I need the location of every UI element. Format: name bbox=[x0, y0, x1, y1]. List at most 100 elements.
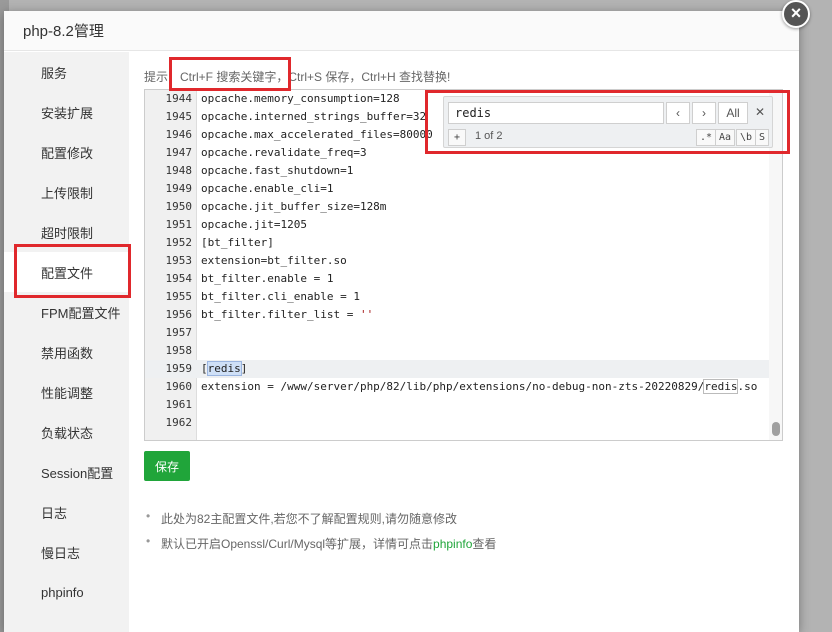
dialog-title: php-8.2管理 bbox=[23, 23, 104, 40]
line-number: 1955 bbox=[165, 290, 193, 303]
dialog-header: php-8.2管理 bbox=[4, 11, 799, 51]
whole-word-toggle[interactable]: \b bbox=[736, 129, 757, 146]
line-text: opcache.fast_shutdown=1 bbox=[201, 164, 354, 177]
search-match-current: redis bbox=[206, 361, 242, 376]
line-text: bt_filter.filter_list = '' bbox=[197, 306, 373, 324]
line-text: extension=bt_filter.so bbox=[201, 254, 347, 267]
code-line[interactable]: 1952 [bt_filter] bbox=[145, 234, 770, 252]
line-number: 1960 bbox=[165, 380, 193, 393]
line-number: 1947 bbox=[165, 146, 193, 159]
sidebar-item[interactable]: 禁用函数 bbox=[4, 332, 129, 372]
line-text: extension = /www/server/php/82/lib/php/e… bbox=[197, 378, 757, 396]
note-item: 默认已开启Openssl/Curl/Mysql等扩展，详情可点击phpinfo查… bbox=[144, 534, 496, 552]
in-selection-toggle[interactable]: S bbox=[755, 129, 770, 146]
code-line[interactable]: 1950 opcache.jit_buffer_size=128m bbox=[145, 198, 770, 216]
search-match: redis bbox=[703, 379, 739, 394]
line-text-part: extension = /www/server/php/82/lib/php/e… bbox=[201, 380, 705, 393]
toggle-replace-button[interactable]: + bbox=[448, 129, 466, 146]
hint-shortcut-search: Ctrl+F 搜索关键字， bbox=[180, 70, 289, 84]
code-line[interactable]: 1953 extension=bt_filter.so bbox=[145, 252, 770, 270]
sidebar-item[interactable]: Session配置 bbox=[4, 452, 129, 492]
line-text: [redis] bbox=[197, 360, 247, 378]
hint-prefix: 提示： bbox=[144, 70, 181, 84]
code-line[interactable]: 1951 opcache.jit=1205 bbox=[145, 216, 770, 234]
line-text: bt_filter.enable = 1 bbox=[201, 272, 334, 285]
line-number: 1952 bbox=[165, 236, 193, 249]
sidebar-item[interactable]: 服务 bbox=[4, 52, 129, 92]
code-line[interactable]: 1949 opcache.enable_cli=1 bbox=[145, 180, 770, 198]
line-text: opcache.interned_strings_buffer=32 bbox=[201, 110, 427, 123]
bracket: ] bbox=[240, 362, 248, 375]
line-text: opcache.memory_consumption=128 bbox=[201, 92, 400, 105]
close-search-button[interactable]: ✕ bbox=[750, 102, 770, 124]
phpinfo-link[interactable]: phpinfo bbox=[433, 537, 472, 551]
note-item: 此处为82主配置文件,若您不了解配置规则,请勿随意修改 bbox=[144, 509, 496, 527]
string-literal: '' bbox=[359, 308, 374, 321]
line-text-part: bt_filter.filter_list = bbox=[201, 308, 360, 321]
line-number: 1959 bbox=[165, 362, 193, 375]
search-match-count: 1 of 2 bbox=[475, 130, 503, 142]
line-number: 1945 bbox=[165, 110, 193, 123]
line-text: opcache.max_accelerated_files=80000 bbox=[201, 128, 433, 141]
code-line[interactable]: 1955 bt_filter.cli_enable = 1 bbox=[145, 288, 770, 306]
line-text: bt_filter.cli_enable = 1 bbox=[201, 290, 360, 303]
sidebar-item[interactable]: 安装扩展 bbox=[4, 92, 129, 132]
line-text: opcache.jit_buffer_size=128m bbox=[201, 200, 387, 213]
find-all-button[interactable]: All bbox=[718, 102, 748, 124]
sidebar-item[interactable]: 配置修改 bbox=[4, 132, 129, 172]
code-line[interactable]: 1958 bbox=[145, 342, 770, 360]
line-text bbox=[197, 396, 201, 414]
code-line[interactable]: 1956 bt_filter.filter_list = '' bbox=[145, 306, 770, 324]
bracket: [ bbox=[201, 362, 208, 375]
line-text bbox=[197, 342, 201, 360]
sidebar-item[interactable]: FPM配置文件 bbox=[4, 292, 129, 332]
search-input[interactable]: redis bbox=[448, 102, 664, 124]
sidebar-item[interactable]: 负载状态 bbox=[4, 412, 129, 452]
sidebar-item[interactable]: 慢日志 bbox=[4, 532, 129, 572]
php-manage-dialog: php-8.2管理 服务 安装扩展 配置修改 上传限制 超时限制 配置文件 FPM配置文件禁… bbox=[4, 11, 799, 632]
regex-toggle[interactable]: .* bbox=[696, 129, 717, 146]
line-number: 1957 bbox=[165, 326, 193, 339]
line-text: [bt_filter] bbox=[201, 236, 274, 249]
line-number: 1962 bbox=[165, 416, 193, 429]
line-number: 1950 bbox=[165, 200, 193, 213]
search-panel: redis ‹ › All ✕ + 1 of 2 .* Aa \b S bbox=[443, 96, 773, 148]
save-button[interactable]: 保存 bbox=[144, 451, 190, 481]
line-number: 1961 bbox=[165, 398, 193, 411]
line-number: 1946 bbox=[165, 128, 193, 141]
scrollbar-thumb[interactable] bbox=[772, 422, 780, 436]
sidebar-item[interactable]: 性能调整 bbox=[4, 372, 129, 412]
line-number: 1944 bbox=[165, 92, 193, 105]
code-line[interactable]: 1962 bbox=[145, 414, 770, 432]
line-text-part: .so bbox=[737, 380, 758, 393]
line-text: opcache.enable_cli=1 bbox=[201, 182, 334, 195]
code-line[interactable]: 1948 opcache.fast_shutdown=1 bbox=[145, 162, 770, 180]
code-line[interactable]: 1954 bt_filter.enable = 1 bbox=[145, 270, 770, 288]
line-number: 1958 bbox=[165, 344, 193, 357]
code-line[interactable]: 1957 bbox=[145, 324, 770, 342]
sidebar-item[interactable]: 日志 bbox=[4, 492, 129, 532]
code-editor[interactable]: 1944 opcache.memory_consumption=128 1945 op… bbox=[144, 89, 783, 441]
line-number: 1954 bbox=[165, 272, 193, 285]
sidebar-item[interactable]: 配置文件 bbox=[4, 252, 129, 292]
code-line[interactable]: 1961 bbox=[145, 396, 770, 414]
line-text: opcache.jit=1205 bbox=[201, 218, 307, 231]
config-file-panel: 提示：Ctrl+F 搜索关键字，Ctrl+S 保存，Ctrl+H 查找替换! 1… bbox=[144, 52, 784, 632]
code-line[interactable]: 1959 [redis] bbox=[145, 360, 770, 378]
line-text bbox=[197, 324, 201, 342]
close-dialog-button[interactable]: × bbox=[782, 0, 810, 28]
sidebar: 服务 安装扩展 配置修改 上传限制 超时限制 配置文件 FPM配置文件 禁用函数 性能调整 负载状… bbox=[4, 52, 129, 632]
sidebar-item[interactable]: 超时限制 bbox=[4, 212, 129, 252]
line-number: 1951 bbox=[165, 218, 193, 231]
sidebar-item[interactable]: 上传限制 bbox=[4, 172, 129, 212]
hint-shortcut-rest: Ctrl+S 保存，Ctrl+H 查找替换! bbox=[288, 70, 451, 84]
find-previous-button[interactable]: ‹ bbox=[666, 102, 690, 124]
line-number: 1948 bbox=[165, 164, 193, 177]
line-number: 1949 bbox=[165, 182, 193, 195]
case-sensitive-toggle[interactable]: Aa bbox=[715, 129, 736, 146]
find-next-button[interactable]: › bbox=[692, 102, 716, 124]
line-number: 1953 bbox=[165, 254, 193, 267]
code-line[interactable]: 1960 extension = /www/server/php/82/lib/p… bbox=[145, 378, 770, 396]
hint-text: 提示：Ctrl+F 搜索关键字，Ctrl+S 保存，Ctrl+H 查找替换! bbox=[144, 68, 450, 85]
sidebar-item[interactable]: phpinfo bbox=[4, 572, 129, 612]
